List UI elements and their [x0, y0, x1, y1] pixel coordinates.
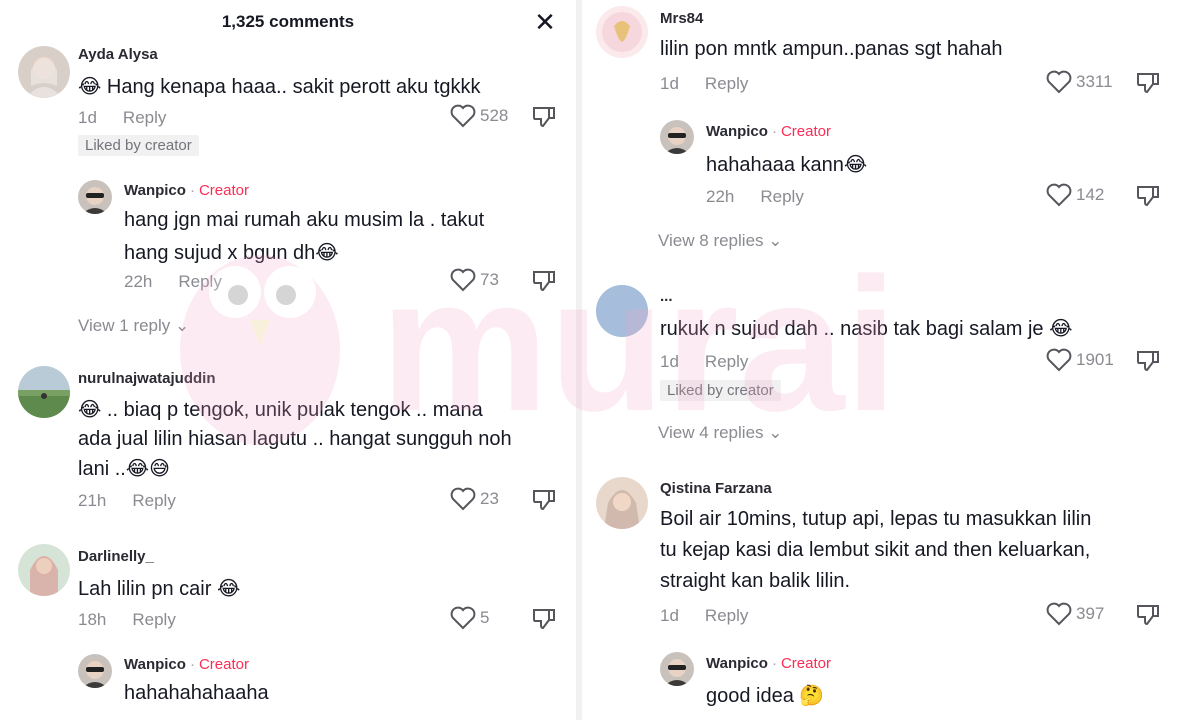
comment-meta: 1d Reply: [660, 74, 749, 93]
comment-username[interactable]: Qistina Farzana: [660, 480, 772, 497]
comment-text: lani ..😂😅: [78, 458, 171, 480]
like-button[interactable]: 1901: [1046, 348, 1114, 372]
comment-text: Boil air 10mins, tutup api, lepas tu mas…: [660, 508, 1092, 530]
like-count: 1901: [1076, 350, 1114, 369]
comment-username[interactable]: Wanpico · Creator: [124, 182, 249, 199]
avatar[interactable]: [78, 180, 112, 214]
comment-text: hahahaaa kann😂: [706, 154, 868, 176]
heart-icon: [450, 104, 476, 128]
comment-username[interactable]: Wanpico · Creator: [124, 656, 249, 673]
like-count: 23: [480, 489, 499, 508]
avatar[interactable]: [596, 477, 648, 529]
avatar[interactable]: [660, 120, 694, 154]
like-button[interactable]: 397: [1046, 602, 1104, 626]
comment-username[interactable]: Ayda Alysa: [78, 46, 158, 63]
heart-icon: [450, 606, 476, 630]
comment-text: ada jual lilin hiasan lagutu .. hangat s…: [78, 428, 512, 450]
dislike-icon[interactable]: [532, 487, 556, 511]
like-button[interactable]: 3311: [1046, 70, 1113, 94]
like-count: 528: [480, 106, 509, 125]
comment-count-title: 1,325 comments: [221, 12, 355, 31]
avatar[interactable]: [596, 285, 648, 337]
like-count: 5: [480, 608, 490, 627]
avatar[interactable]: [18, 366, 70, 418]
avatar[interactable]: [78, 654, 112, 688]
comment-username[interactable]: Wanpico · Creator: [706, 655, 831, 672]
heart-icon: [1046, 602, 1072, 626]
close-icon[interactable]: ✕: [530, 8, 560, 38]
like-button[interactable]: 528: [450, 104, 508, 128]
view-replies-link[interactable]: View 1 reply ⌄: [78, 316, 189, 336]
comment-time: 1d: [78, 108, 97, 127]
comment-text: 😂 Hang kenapa haaa.. sakit perott aku tg…: [78, 76, 481, 98]
reply-button[interactable]: Reply: [123, 108, 166, 127]
comment-text: rukuk n sujud dah .. nasib tak bagi sala…: [660, 318, 1073, 340]
view-replies-link[interactable]: View 8 replies ⌄: [658, 231, 783, 251]
liked-by-creator-badge: Liked by creator: [78, 135, 199, 156]
dislike-icon[interactable]: [532, 104, 556, 128]
comment-username[interactable]: ...: [660, 288, 673, 305]
comment-text: 😂 .. biaq p tengok, unik pulak tengok ..…: [78, 399, 483, 421]
dislike-icon[interactable]: [1136, 70, 1160, 94]
comment-meta: 18h Reply: [78, 610, 176, 629]
reply-button[interactable]: Reply: [705, 352, 748, 371]
heart-icon: [1046, 183, 1072, 207]
reply-button[interactable]: Reply: [132, 491, 175, 510]
reply-button[interactable]: Reply: [132, 610, 175, 629]
heart-icon: [1046, 70, 1072, 94]
avatar[interactable]: [18, 544, 70, 596]
like-count: 3311: [1076, 72, 1113, 91]
like-count: 397: [1076, 604, 1105, 623]
comments-panel-right: Mrs84 lilin pon mntk ampun..panas sgt ha…: [582, 0, 1182, 720]
reply-button[interactable]: Reply: [178, 272, 221, 291]
comment-meta: 22h Reply: [124, 272, 222, 291]
liked-by-creator-badge: Liked by creator: [660, 380, 781, 401]
heart-icon: [450, 268, 476, 292]
like-button[interactable]: 5: [450, 606, 489, 630]
comment-text: good idea 🤔: [706, 685, 825, 707]
like-button[interactable]: 23: [450, 487, 499, 511]
dislike-icon[interactable]: [1136, 348, 1160, 372]
like-count: 73: [480, 270, 499, 289]
comments-panel-left: 1,325 comments ✕ Ayda Alysa 😂 Hang kenap…: [0, 0, 576, 720]
like-button[interactable]: 142: [1046, 183, 1104, 207]
comment-text: Lah lilin pn cair 😂: [78, 578, 241, 600]
comment-username[interactable]: Mrs84: [660, 10, 703, 27]
reply-button[interactable]: Reply: [760, 187, 803, 206]
comment-username[interactable]: Darlinelly_: [78, 548, 154, 565]
comment-meta: 1d Reply: [660, 606, 749, 625]
comment-text: tu kejap kasi dia lembut sikit and then …: [660, 539, 1091, 561]
creator-tag: Creator: [780, 123, 831, 140]
creator-tag: Creator: [780, 655, 831, 672]
creator-tag: Creator: [198, 656, 249, 673]
dislike-icon[interactable]: [1136, 183, 1160, 207]
comment-text: hang sujud x bgun dh😂: [124, 242, 339, 264]
like-button[interactable]: 73: [450, 268, 499, 292]
view-replies-link[interactable]: View 4 replies ⌄: [658, 423, 783, 443]
dislike-icon[interactable]: [532, 606, 556, 630]
comment-text: hahahahahaaha: [124, 682, 269, 704]
avatar[interactable]: [596, 6, 648, 58]
comment-username[interactable]: nurulnajwatajuddin: [78, 370, 216, 387]
creator-tag: Creator: [198, 182, 249, 199]
dislike-icon[interactable]: [1136, 602, 1160, 626]
reply-button[interactable]: Reply: [705, 606, 748, 625]
heart-icon: [450, 487, 476, 511]
avatar[interactable]: [660, 652, 694, 686]
comment-text: lilin pon mntk ampun..panas sgt hahah: [660, 38, 1003, 60]
reply-button[interactable]: Reply: [705, 74, 748, 93]
comment-meta: 1d Reply: [660, 352, 749, 371]
comment-meta: 21h Reply: [78, 491, 176, 510]
comment-text: straight kan balik lilin.: [660, 570, 851, 592]
comment-meta: 1d Reply: [78, 108, 166, 128]
avatar[interactable]: [18, 46, 70, 98]
comment-username[interactable]: Wanpico · Creator: [706, 123, 831, 140]
comment-meta: 22h Reply: [706, 187, 804, 206]
heart-icon: [1046, 348, 1072, 372]
comment-text: hang jgn mai rumah aku musim la . takut: [124, 209, 485, 231]
like-count: 142: [1076, 185, 1105, 204]
dislike-icon[interactable]: [532, 268, 556, 292]
